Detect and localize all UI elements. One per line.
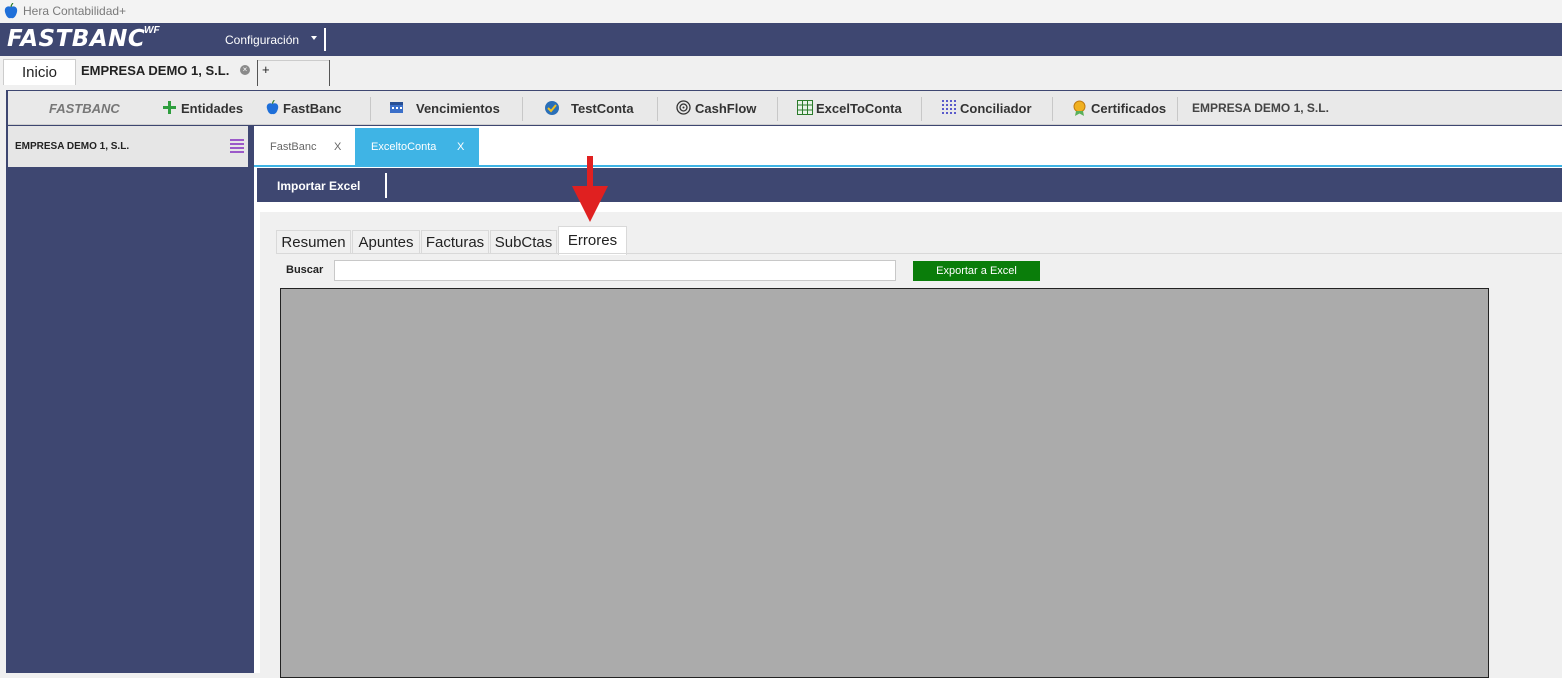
sidebar-header: EMPRESA DEMO 1, S.L. bbox=[8, 126, 248, 167]
toolbar-vencimientos[interactable]: Vencimientos bbox=[416, 101, 500, 116]
divider bbox=[777, 97, 778, 121]
import-toolbar: Importar Excel bbox=[257, 168, 1562, 202]
toolbar-conciliador[interactable]: Conciliador bbox=[960, 101, 1032, 116]
spiral-icon bbox=[676, 100, 691, 115]
red-arrow-annotation bbox=[572, 156, 608, 222]
apple-icon bbox=[266, 100, 279, 115]
tab-underline bbox=[254, 165, 1562, 167]
apple-app-icon bbox=[4, 3, 18, 19]
caret-down-icon[interactable] bbox=[311, 36, 317, 40]
export-excel-button[interactable]: Exportar a Excel bbox=[913, 261, 1040, 281]
tab-apuntes[interactable]: Apuntes bbox=[352, 230, 420, 254]
sidebar-company: EMPRESA DEMO 1, S.L. bbox=[15, 141, 130, 152]
divider bbox=[1052, 97, 1053, 121]
check-circle-icon bbox=[545, 101, 559, 115]
tab-empresa[interactable]: EMPRESA DEMO 1, S.L. bbox=[81, 63, 229, 78]
close-icon[interactable]: X bbox=[334, 128, 341, 166]
toolbar-company: EMPRESA DEMO 1, S.L. bbox=[1192, 101, 1329, 115]
divider bbox=[324, 28, 326, 51]
module-tab-exceltoconta[interactable]: ExceltoConta X bbox=[355, 128, 479, 166]
divider bbox=[385, 173, 387, 198]
divider bbox=[370, 97, 371, 121]
brand-logo: FASTBANC bbox=[7, 26, 146, 52]
tab-subctas[interactable]: SubCtas bbox=[490, 230, 557, 254]
toolbar-certificados[interactable]: Certificados bbox=[1091, 101, 1166, 116]
toolbar-fastbanc[interactable]: FastBanc bbox=[283, 101, 342, 116]
tab-inicio[interactable]: Inicio bbox=[3, 59, 76, 85]
divider bbox=[329, 60, 330, 86]
search-input[interactable] bbox=[334, 260, 896, 281]
spreadsheet-icon bbox=[797, 100, 813, 115]
certificate-icon bbox=[1073, 100, 1086, 116]
brand-superscript: WF bbox=[144, 25, 160, 36]
toolbar-entidades[interactable]: Entidades bbox=[181, 101, 243, 116]
close-icon[interactable]: X bbox=[457, 128, 464, 166]
sidebar-panel bbox=[8, 167, 248, 673]
errors-grid[interactable] bbox=[280, 288, 1489, 678]
toolbar-brand: FASTBANC bbox=[49, 101, 120, 116]
window-title: Hera Contabilidad+ bbox=[23, 4, 127, 18]
app-header: FASTBANC WF Configuración bbox=[0, 23, 1562, 56]
import-excel-button[interactable]: Importar Excel bbox=[277, 179, 360, 193]
toolbar-cashflow[interactable]: CashFlow bbox=[695, 101, 756, 116]
add-tab-button[interactable]: + bbox=[262, 62, 270, 77]
divider bbox=[921, 97, 922, 121]
module-tab-label: FastBanc bbox=[270, 141, 317, 153]
tab-errores[interactable]: Errores bbox=[558, 226, 627, 255]
config-menu[interactable]: Configuración bbox=[225, 33, 299, 47]
divider bbox=[522, 97, 523, 121]
tab-resumen[interactable]: Resumen bbox=[276, 230, 351, 254]
toolbar-testconta[interactable]: TestConta bbox=[571, 101, 634, 116]
toolbar-exceltoconta[interactable]: ExcelToConta bbox=[816, 101, 902, 116]
divider bbox=[657, 97, 658, 121]
divider bbox=[1177, 97, 1178, 121]
module-tab-label: ExceltoConta bbox=[371, 141, 437, 153]
module-tab-fastbanc[interactable]: FastBanc X bbox=[254, 128, 354, 166]
document-tabs: Inicio EMPRESA DEMO 1, S.L. × + bbox=[0, 56, 1562, 87]
close-tab-icon[interactable]: × bbox=[240, 65, 250, 75]
module-toolbar: FASTBANC Entidades FastBanc Vencimientos… bbox=[8, 91, 1562, 125]
tab-facturas[interactable]: Facturas bbox=[421, 230, 489, 254]
search-label: Buscar bbox=[286, 264, 324, 276]
list-menu-icon[interactable] bbox=[230, 139, 244, 155]
calendar-icon bbox=[390, 102, 403, 113]
window-titlebar: Hera Contabilidad+ bbox=[0, 0, 1562, 23]
tab-divider bbox=[276, 253, 1562, 254]
grid-dots-icon bbox=[942, 100, 956, 114]
plus-icon bbox=[163, 101, 176, 114]
